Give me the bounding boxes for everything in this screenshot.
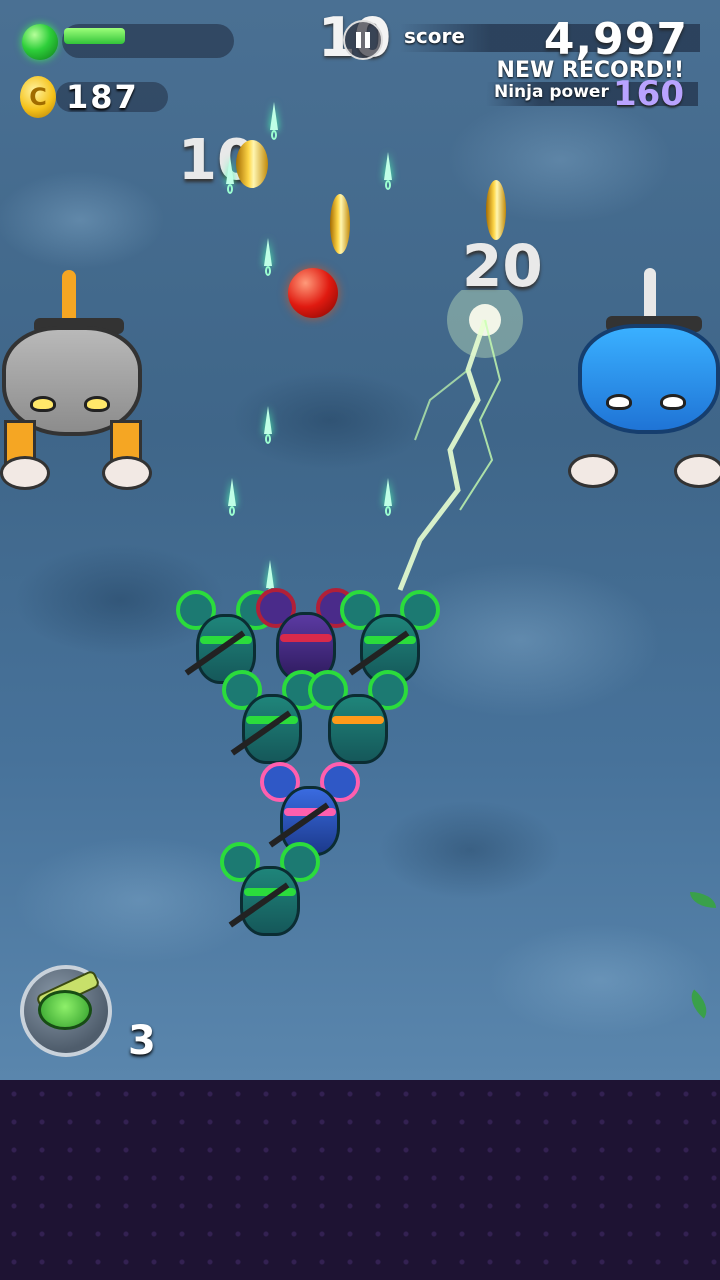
leaf-decoration: [683, 989, 715, 1019]
gold-coin: [330, 194, 350, 254]
ninja-power-label: Ninja power: [494, 82, 609, 102]
kunai-projectile: [228, 478, 236, 518]
kunai-projectile: [226, 156, 234, 196]
coin-count: 187: [66, 78, 139, 116]
pause-button[interactable]: [343, 20, 383, 60]
cat-enemy-grey: [0, 270, 160, 500]
gold-coin: [486, 180, 506, 240]
ninja-power-value: 160: [613, 74, 684, 114]
cat-enemy-blue: [566, 268, 720, 498]
kunai-projectile: [264, 238, 272, 278]
life-orb-icon: [22, 24, 58, 60]
game-playfield[interactable]: C 187 10 score 4,997 NEW RECORD!! Ninja …: [0, 0, 720, 1080]
kunai-projectile: [264, 406, 272, 446]
lightning-effect: [397, 290, 523, 591]
power-gauge-fill: [64, 28, 125, 44]
frog-item-icon: [38, 990, 92, 1030]
score-label: score: [404, 24, 465, 48]
ninja-mouse: [220, 842, 320, 942]
ninja-mouse: [222, 670, 322, 770]
leaf-decoration: [690, 892, 716, 908]
coin-icon: C: [20, 76, 56, 118]
item-count: 3: [128, 1018, 156, 1064]
kunai-projectile: [270, 102, 278, 142]
bottom-pattern-band: [0, 1080, 720, 1280]
red-bomb: [288, 268, 338, 318]
gold-coin: [236, 140, 268, 188]
ninja-mouse: [308, 670, 408, 770]
kunai-projectile: [384, 152, 392, 192]
